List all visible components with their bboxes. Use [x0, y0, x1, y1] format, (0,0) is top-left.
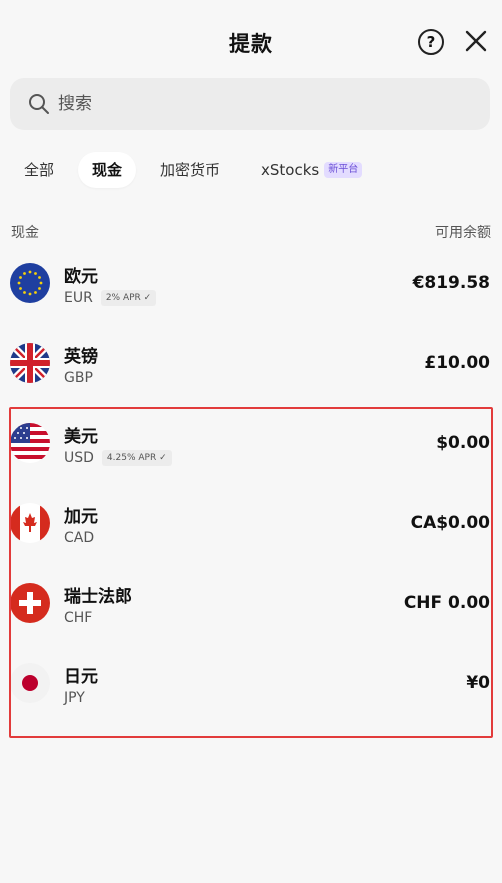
- currency-code: EUR: [64, 290, 93, 306]
- currency-code: CAD: [64, 530, 95, 546]
- currency-name: 瑞士法郎: [64, 587, 132, 607]
- balance-amount: £10.00: [424, 353, 490, 373]
- canada-flag-icon: [10, 503, 50, 543]
- tab-label: xStocks: [261, 161, 320, 179]
- new-platform-badge: 新平台: [324, 161, 363, 178]
- tab-all[interactable]: 全部: [10, 152, 68, 188]
- currency-code: CHF: [64, 610, 93, 626]
- us-flag-icon: [10, 423, 50, 463]
- tab-crypto[interactable]: 加密货币: [146, 152, 234, 188]
- header: 提款 ?: [6, 6, 496, 78]
- search-icon: [29, 94, 49, 114]
- currency-name: 日元: [64, 667, 98, 687]
- close-button[interactable]: [462, 26, 490, 56]
- currency-name: 欧元: [64, 267, 98, 287]
- currency-name: 美元: [64, 427, 98, 447]
- currency-name: 加元: [64, 507, 98, 527]
- currency-row-gbp[interactable]: 英镑 GBP £10.00: [6, 328, 496, 408]
- apr-badge: 2% APR ✓: [100, 290, 157, 306]
- balance-amount: CHF 0.00: [403, 593, 490, 613]
- balance-amount: ¥0: [466, 673, 490, 693]
- help-button[interactable]: ?: [418, 29, 444, 55]
- currency-row-cad[interactable]: 加元 CAD CA$0.00: [6, 488, 496, 568]
- section-label: 现金: [11, 225, 39, 241]
- question-icon: ?: [426, 33, 436, 51]
- tab-bar: 全部 现金 加密货币 xStocks 新平台: [6, 152, 496, 188]
- currency-code: JPY: [64, 690, 85, 706]
- uk-flag-icon: [10, 343, 50, 383]
- currency-row-usd[interactable]: 美元 USD 4.25% APR ✓ $0.00: [6, 408, 496, 488]
- search-input[interactable]: [58, 90, 458, 118]
- currency-code: USD: [64, 450, 94, 466]
- tab-label: 现金: [92, 161, 123, 179]
- tab-label: 加密货币: [160, 161, 221, 179]
- japan-flag-icon: [10, 663, 50, 703]
- balance-amount: €819.58: [412, 273, 490, 293]
- withdraw-screen: 提款 ? 全部 现金 加密货币 xStocks新平台 现金 可用余额: [6, 6, 496, 878]
- balance-amount: $0.00: [436, 433, 490, 453]
- tab-cash[interactable]: 现金: [78, 152, 137, 188]
- tab-label: 全部: [24, 161, 55, 179]
- balance-amount: CA$0.00: [410, 513, 490, 533]
- apr-badge: 4.25% APR ✓: [101, 450, 172, 466]
- search-bar[interactable]: [10, 78, 490, 130]
- currency-name: 英镑: [64, 347, 98, 367]
- swiss-flag-icon: [10, 583, 50, 623]
- currency-row-chf[interactable]: 瑞士法郎 CHF CHF 0.00: [6, 568, 496, 648]
- currency-sub: CAD: [64, 530, 94, 546]
- currency-sub: USD 4.25% APR ✓: [64, 450, 172, 466]
- list-header: 现金 可用余额: [11, 222, 491, 242]
- currency-row-jpy[interactable]: 日元 JPY ¥0: [6, 648, 496, 728]
- available-balance-label: 可用余额: [435, 225, 491, 241]
- currency-sub: GBP: [64, 370, 93, 386]
- tab-xstocks[interactable]: xStocks 新平台: [247, 152, 376, 188]
- currency-sub: CHF: [64, 610, 92, 626]
- eu-flag-icon: [10, 263, 50, 303]
- currency-sub: JPY: [64, 690, 85, 706]
- currency-sub: EUR 2% APR ✓: [64, 290, 157, 306]
- close-icon: [465, 30, 487, 52]
- currency-code: GBP: [64, 370, 93, 386]
- currency-row-eur[interactable]: 欧元 EUR 2% APR ✓ €819.58: [6, 248, 496, 328]
